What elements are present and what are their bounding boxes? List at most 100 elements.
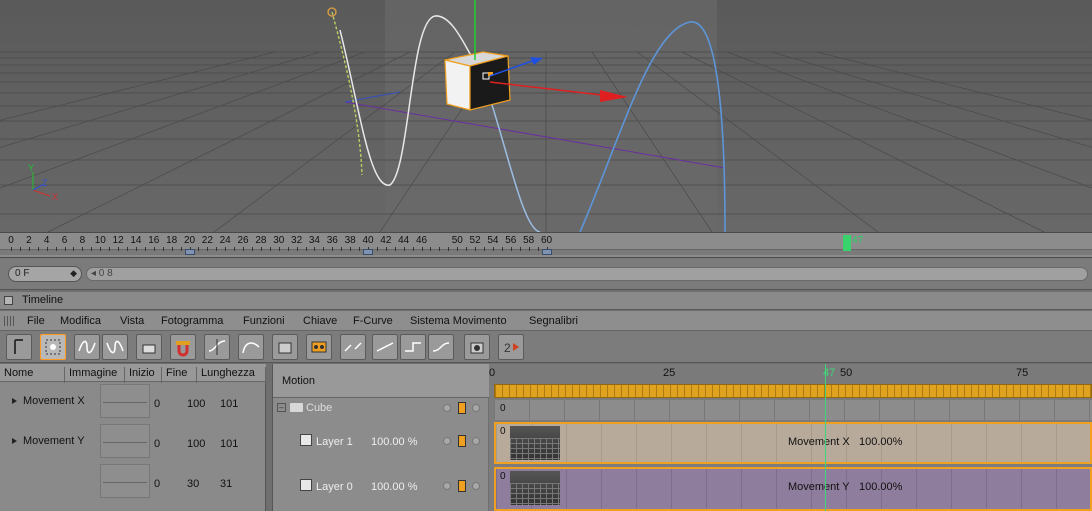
row-thumbnail <box>100 464 150 498</box>
ruler-keyframe[interactable] <box>363 249 373 255</box>
visibility-dot-icon[interactable] <box>443 404 451 412</box>
row-length: 31 <box>220 478 233 490</box>
expand-arrow-icon[interactable] <box>12 398 17 404</box>
curve-tangent-icon[interactable] <box>204 334 230 360</box>
ruler-tick-label: 4 <box>43 235 50 246</box>
ruler-mark <box>278 247 280 251</box>
ruler-mark <box>385 247 387 251</box>
record-icon[interactable] <box>272 334 298 360</box>
table-row[interactable]: 0 30 31 <box>0 462 266 500</box>
frame-ruler[interactable]: 0 2 4 6 8 10 12 14 16 18 20 22 24 26 28 30 32 34 36 38 40 42 4… <box>0 232 1092 258</box>
track-ruler[interactable]: 0 25 50 75 <box>489 364 1092 386</box>
visibility-dot-icon[interactable] <box>443 482 451 490</box>
timeline-playhead[interactable] <box>825 364 826 511</box>
menu-fotogramma[interactable]: Fotogramma <box>161 315 223 327</box>
grip-icon[interactable] <box>4 316 16 326</box>
stepper-arrows-icon[interactable]: ◆ <box>70 268 77 279</box>
motion-track-area[interactable]: 0 25 50 75 0 0 Movement X 100.00% 0 Move… <box>489 364 1092 511</box>
menu-modifica[interactable]: Modifica <box>60 315 101 327</box>
timeline-title-text: Timeline <box>22 294 64 306</box>
menu-segnalibri[interactable]: Segnalibri <box>529 315 578 327</box>
ruler-tick-label: 12 <box>112 235 124 246</box>
film-icon[interactable] <box>458 435 466 447</box>
col-fine[interactable]: Fine <box>162 367 197 383</box>
ruler-mark <box>162 247 164 251</box>
ruler-tick-label: 50 <box>451 235 463 246</box>
svg-text:2: 2 <box>504 341 511 355</box>
ruler-tick-label: 52 <box>469 235 481 246</box>
panel-toggle-icon[interactable] <box>4 296 13 305</box>
ruler-mark <box>37 247 39 251</box>
linear-interp-icon[interactable] <box>372 334 398 360</box>
ruler-mark <box>118 247 120 251</box>
magnet-snap-icon[interactable] <box>170 334 196 360</box>
frame-slider[interactable]: ◂ 0 8 <box>86 267 1088 281</box>
link-break-icon[interactable] <box>340 334 366 360</box>
curve-wave-icon[interactable] <box>74 334 100 360</box>
table-row[interactable]: Movement Y 0 100 101 <box>0 422 266 460</box>
curve-wave-alt-icon[interactable] <box>102 334 128 360</box>
menu-vista[interactable]: Vista <box>120 315 144 327</box>
ruler-mark <box>180 247 182 251</box>
menu-funzioni[interactable]: Funzioni <box>243 315 285 327</box>
layer-strength[interactable]: 100.00 % <box>371 481 417 493</box>
ruler-mark <box>153 247 155 251</box>
ruler-tick-label: 0 <box>8 235 14 246</box>
lock-dot-icon[interactable] <box>472 437 480 445</box>
ruler-tick-label: 38 <box>344 235 356 246</box>
expand-arrow-icon[interactable] <box>12 438 17 444</box>
ruler-mark <box>28 247 30 251</box>
film-icon[interactable] <box>458 480 466 492</box>
table-row[interactable]: Movement X 0 100 101 <box>0 382 266 420</box>
film-icon[interactable] <box>306 334 332 360</box>
layer-strength[interactable]: 100.00 % <box>371 436 417 448</box>
track-row-layer1[interactable]: 0 Movement X 100.00% <box>494 422 1092 464</box>
menu-chiave[interactable]: Chiave <box>303 315 337 327</box>
axis-label-z: Z <box>42 178 48 188</box>
ruler-mark <box>296 247 298 251</box>
camera-key-icon[interactable] <box>464 334 490 360</box>
ruler-keyframe[interactable] <box>541 249 552 255</box>
ruler-playhead[interactable] <box>843 235 851 251</box>
ease-curve-icon[interactable] <box>238 334 264 360</box>
ruler-tick-label: 42 <box>380 235 392 246</box>
ruler-mark <box>127 247 129 251</box>
pointer-icon[interactable] <box>6 334 32 360</box>
motion-object-row[interactable]: – Cube <box>273 398 489 420</box>
col-nome[interactable]: Nome <box>0 367 65 383</box>
axis-label-x: X <box>52 192 59 202</box>
ruler-mark <box>501 247 503 251</box>
select-box-icon[interactable] <box>40 334 66 360</box>
collapse-icon[interactable]: – <box>277 403 286 412</box>
motion-layer-row[interactable]: Layer 0 100.00 % <box>273 467 489 507</box>
motion-layer-row[interactable]: Layer 1 100.00 % <box>273 422 489 462</box>
axis-label-y: Y <box>28 163 35 173</box>
layer-2-icon[interactable]: 2 <box>498 334 524 360</box>
soft-interp-icon[interactable] <box>428 334 454 360</box>
step-interp-icon[interactable] <box>400 334 426 360</box>
col-immagine[interactable]: Immagine <box>65 367 125 383</box>
visibility-dot-icon[interactable] <box>443 437 451 445</box>
current-frame-field[interactable]: 0 F ◆ <box>8 266 82 282</box>
menu-sistema-movimento[interactable]: Sistema Movimento <box>410 315 507 327</box>
menu-f-curve[interactable]: F-Curve <box>353 315 393 327</box>
ruler-mark <box>251 247 253 251</box>
keyframe-icon[interactable] <box>136 334 162 360</box>
lock-dot-icon[interactable] <box>472 482 480 490</box>
track-ruler-tick: 75 <box>1016 367 1029 379</box>
ruler-keyframe[interactable] <box>184 249 195 255</box>
clip-label: Movement Y <box>788 481 850 493</box>
frame-slider-value: ◂ 0 8 <box>91 268 113 279</box>
motion-header-label: Motion <box>282 375 316 387</box>
film-icon[interactable] <box>458 402 466 414</box>
col-lunghezza[interactable]: Lunghezza <box>197 367 266 383</box>
track-row-layer0[interactable]: 0 Movement Y 100.00% <box>494 467 1092 511</box>
track-row-cube[interactable]: 0 <box>494 400 1092 420</box>
col-inizio[interactable]: Inizio <box>125 367 162 383</box>
track-ruler-tick: 50 <box>840 367 853 379</box>
3d-viewport[interactable]: Y Z X <box>0 0 1092 232</box>
track-range-bar[interactable] <box>494 384 1092 398</box>
cube-start: 0 <box>500 403 506 414</box>
menu-file[interactable]: File <box>27 315 45 327</box>
lock-dot-icon[interactable] <box>472 404 480 412</box>
